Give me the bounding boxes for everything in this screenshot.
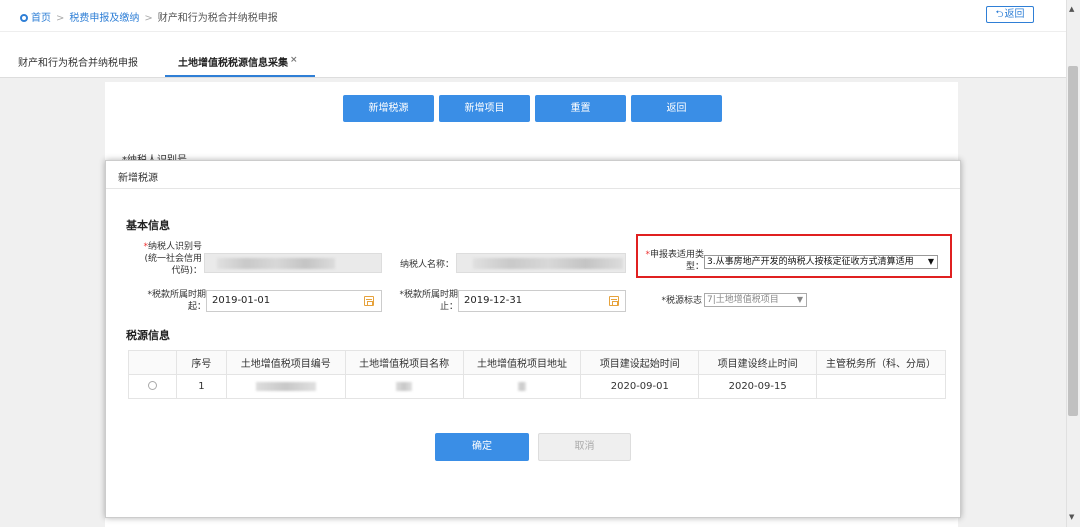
- taxpayer-id-field: [204, 253, 382, 273]
- breadcrumb: 首页 > 税费申报及缴纳 > 财产和行为税合并纳税申报: [20, 9, 278, 24]
- redacted-project-address: [517, 381, 526, 391]
- table-header-row: 序号 土地增值税项目编号 土地增值税项目名称 土地增值税项目地址 项目建设起始时…: [128, 350, 946, 375]
- tab-bar: 财产和行为税合并纳税申报 土地增值税税源信息采集 ×: [0, 44, 1066, 78]
- taxpayer-id-label: *纳税人识别号 (统一社会信用 代码)：: [126, 241, 202, 277]
- col-project-code: 土地增值税项目编号: [225, 350, 346, 375]
- period-end-label: *税款所属时期 止：: [386, 289, 458, 313]
- close-icon[interactable]: ×: [290, 55, 298, 65]
- basic-info-heading: 基本信息: [126, 219, 170, 232]
- taxpayer-id-label-line2: (统一社会信用: [144, 254, 202, 264]
- row-end-date: 2020-09-15: [698, 374, 818, 399]
- redacted-project-name: [396, 381, 413, 391]
- col-project-address: 土地增值税项目地址: [462, 350, 582, 375]
- dropdown-arrow-icon: ▼: [796, 295, 803, 304]
- location-pin-icon: [20, 14, 28, 22]
- period-start-label: *税款所属时期 起：: [126, 289, 206, 313]
- taxpayer-name-field: [456, 253, 626, 273]
- col-end-date: 项目建设终止时间: [698, 350, 818, 375]
- report-type-label-line2: 型：: [685, 262, 704, 272]
- period-start-value: 2019-01-01: [212, 295, 271, 306]
- back-button-label: 返回: [1004, 9, 1025, 20]
- confirm-button[interactable]: 确定: [435, 433, 529, 461]
- source-table: 序号 土地增值税项目编号 土地增值税项目名称 土地增值税项目地址 项目建设起始时…: [128, 350, 946, 399]
- breadcrumb-level1[interactable]: 税费申报及缴纳: [69, 13, 139, 24]
- taxpayer-id-label-line3: 代码)：: [171, 266, 202, 276]
- add-source-dialog: 新增税源 基本信息 *纳税人识别号 (统一社会信用 代码)： 纳税人名称： *申…: [105, 160, 961, 518]
- tab-property-tax-report[interactable]: 财产和行为税合并纳税申报: [18, 54, 138, 69]
- col-tax-office: 主管税务所（科、分局）: [816, 350, 946, 375]
- row-tax-office: [816, 374, 946, 399]
- row-index: 1: [175, 374, 227, 399]
- col-index: 序号: [175, 350, 227, 375]
- calendar-icon[interactable]: [364, 296, 374, 306]
- row-start-date: 2020-09-01: [580, 374, 700, 399]
- return-icon: ⮌: [995, 9, 1004, 20]
- top-bar: 首页 > 税费申报及缴纳 > 财产和行为税合并纳税申报 ⮌返回: [0, 0, 1066, 32]
- source-flag-value: 7|土地增值税项目: [707, 295, 779, 305]
- row-project-name: [344, 374, 464, 399]
- col-select: [128, 350, 177, 375]
- source-flag-select[interactable]: 7|土地增值税项目 ▼: [704, 293, 807, 307]
- scrollbar-thumb[interactable]: [1068, 66, 1078, 416]
- period-start-date-input[interactable]: 2019-01-01: [206, 290, 382, 312]
- scroll-up-icon[interactable]: ▲: [1069, 5, 1074, 13]
- breadcrumb-separator: >: [144, 13, 153, 24]
- table-row[interactable]: 1 2020-09-01 2020-09-15: [128, 374, 946, 399]
- report-type-value: 3.从事房地产开发的纳税人按核定征收方式清算适用: [707, 257, 914, 267]
- report-type-label: *申报表适用类 型：: [640, 249, 704, 273]
- active-tab-indicator: [165, 75, 315, 77]
- taxpayer-id-label-line1: 纳税人识别号: [147, 242, 202, 252]
- add-project-button[interactable]: 新增项目: [439, 95, 530, 122]
- dropdown-arrow-icon: ▼: [927, 257, 934, 266]
- breadcrumb-current: 财产和行为税合并纳税申报: [157, 13, 278, 24]
- breadcrumb-home[interactable]: 首页: [31, 13, 51, 24]
- period-start-label-line2: 起：: [187, 302, 206, 312]
- period-start-label-line1: *税款所属时期: [147, 290, 206, 300]
- col-start-date: 项目建设起始时间: [580, 350, 700, 375]
- report-type-label-line1: 申报表适用类: [649, 250, 704, 260]
- toolbar-back-button[interactable]: 返回: [631, 95, 722, 122]
- back-button[interactable]: ⮌返回: [986, 6, 1034, 23]
- period-end-value: 2019-12-31: [464, 295, 523, 306]
- row-radio-cell[interactable]: [128, 374, 177, 399]
- breadcrumb-separator: >: [56, 13, 65, 24]
- period-end-label-line2: 止：: [439, 302, 458, 312]
- redacted-taxpayer-id: [217, 258, 335, 269]
- scroll-down-icon[interactable]: ▼: [1069, 513, 1074, 521]
- dialog-title: 新增税源: [118, 173, 158, 184]
- redacted-project-code: [255, 381, 316, 391]
- source-flag-label: *税源标志: [661, 296, 702, 306]
- source-info-heading: 税源信息: [126, 329, 170, 342]
- row-project-code: [225, 374, 346, 399]
- calendar-icon[interactable]: [609, 296, 619, 306]
- report-type-select[interactable]: 3.从事房地产开发的纳税人按核定征收方式清算适用 ▼: [704, 255, 938, 269]
- cancel-button[interactable]: 取消: [538, 433, 631, 461]
- tab-label: 土地增值税税源信息采集: [178, 58, 288, 69]
- add-source-button[interactable]: 新增税源: [343, 95, 434, 122]
- redacted-taxpayer-name: [473, 258, 623, 269]
- period-end-label-line1: *税款所属时期: [399, 290, 458, 300]
- row-project-address: [462, 374, 582, 399]
- row-radio-button[interactable]: [147, 380, 157, 390]
- reset-button[interactable]: 重置: [535, 95, 626, 122]
- tab-land-vat-source[interactable]: 土地增值税税源信息采集 ×: [178, 54, 298, 69]
- col-project-name: 土地增值税项目名称: [344, 350, 464, 375]
- dialog-header: 新增税源: [106, 161, 960, 189]
- period-end-date-input[interactable]: 2019-12-31: [458, 290, 626, 312]
- taxpayer-name-label: 纳税人名称：: [399, 260, 454, 270]
